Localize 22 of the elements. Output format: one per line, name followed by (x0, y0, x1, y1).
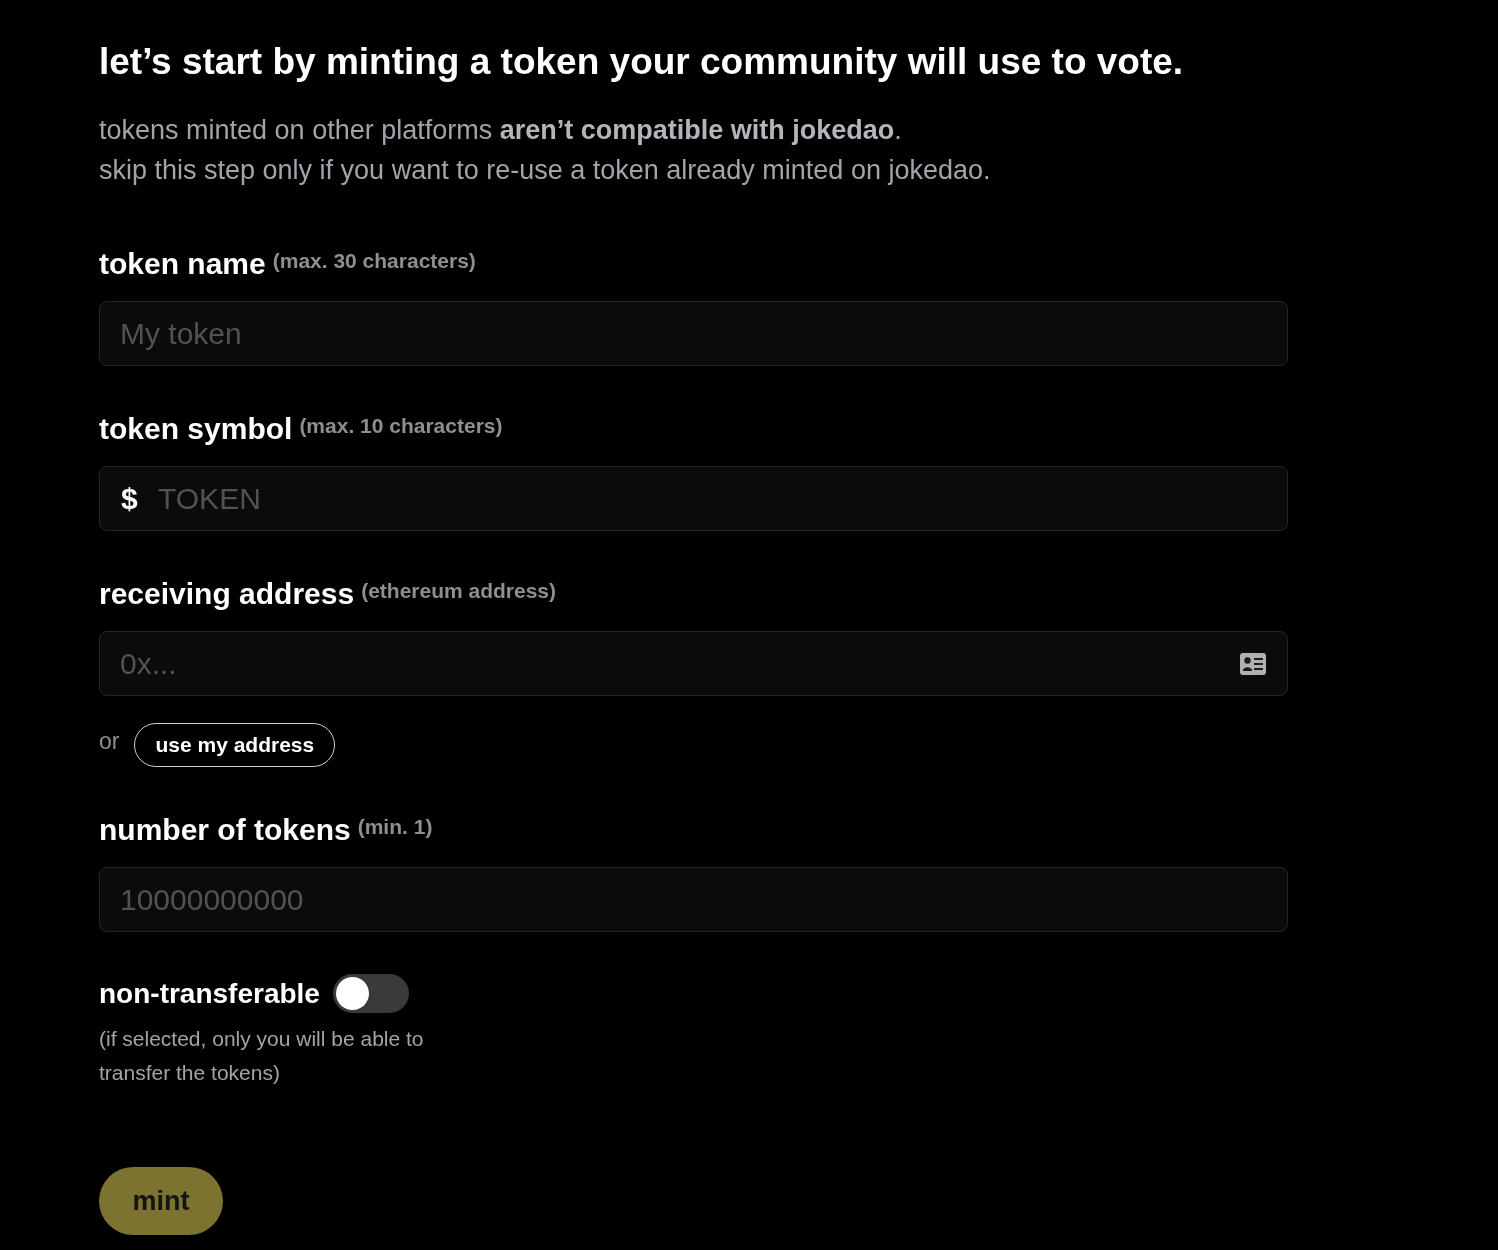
field-hint: (ethereum address) (361, 578, 557, 604)
field-label: token symbol (99, 411, 293, 447)
input-field[interactable]: My token (99, 301, 1288, 366)
field-label: token name (99, 246, 266, 282)
help-text: (if selected, only you will be able to transfer the tokens) (99, 1026, 425, 1086)
mint-button[interactable]: mint (99, 1167, 223, 1235)
input-field[interactable]: 10000000000 (99, 867, 1288, 932)
toggle-switch[interactable] (332, 974, 409, 1013)
or-text: or (99, 727, 120, 755)
intro-text: tokens minted on other platforms aren’t compatible with jokedao. (99, 114, 902, 147)
page-heading: let’s start by minting a token your community will use to vote. (99, 42, 1184, 82)
field-hint: (max. 30 characters) (272, 248, 476, 274)
id-card-icon[interactable] (1240, 652, 1266, 675)
input-field[interactable]: 0x... (99, 631, 1288, 696)
field-label: receiving address (99, 576, 355, 612)
field-hint: (max. 10 characters) (299, 413, 503, 439)
toggle-label: non-transferable (99, 977, 320, 1010)
use-my-address-button[interactable]: use my address (134, 723, 336, 767)
intro-text: skip this step only if you want to re-use a token already minted on jokedao. (99, 154, 991, 187)
field-hint: (min. 1) (357, 814, 433, 840)
currency-prefix: $ (121, 481, 138, 516)
field-label: number of tokens (99, 812, 351, 848)
